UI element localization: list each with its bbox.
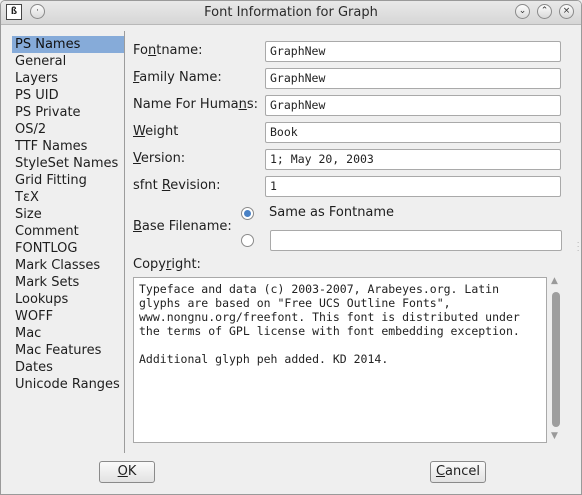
divider	[124, 31, 125, 453]
copyright-line	[139, 338, 541, 352]
copyright-line: www.nongnu.org/freefont. This font is di…	[139, 310, 520, 324]
resize-grip: · · ·	[577, 239, 580, 255]
title-bar: ß · Font Information for Graph ⌄ ⌃ ×	[1, 1, 581, 25]
sidebar-item[interactable]: Layers	[12, 70, 124, 87]
weight-field[interactable]: Book	[265, 122, 561, 143]
scrollbar-thumb[interactable]	[552, 292, 560, 427]
version-field[interactable]: 1; May 20, 2003	[265, 149, 561, 170]
copyright-line: glyphs are based on "Free UCS Outline Fo…	[139, 296, 451, 310]
sidebar-item[interactable]: Mark Classes	[12, 257, 124, 274]
copyright-label: Copyright:	[133, 257, 201, 272]
close-button[interactable]: ×	[559, 4, 574, 19]
name-for-humans-label: Name For Humans:	[133, 97, 258, 112]
sidebar-item[interactable]: Size	[12, 206, 124, 223]
sidebar-item[interactable]: Mac Features	[12, 342, 124, 359]
cancel-button[interactable]: Cancel	[430, 461, 486, 483]
sfnt-revision-field[interactable]: 1	[265, 176, 561, 197]
custom-filename-field[interactable]	[270, 230, 562, 251]
copyright-line: Additional glyph peh added. KD 2014.	[139, 352, 389, 366]
sidebar-item[interactable]: WOFF	[12, 308, 124, 325]
sidebar-item[interactable]: Unicode Ranges	[12, 376, 124, 393]
sidebar-item[interactable]: General	[12, 53, 124, 70]
sidebar-item[interactable]: TTF Names	[12, 138, 124, 155]
fontname-field[interactable]: GraphNew	[265, 41, 561, 62]
category-list: PS Names General Layers PS UID PS Private OS/…	[12, 36, 124, 393]
copyright-line: Typeface and data (c) 2003-2007, Arabeye…	[139, 282, 500, 296]
sidebar-item[interactable]: Dates	[12, 359, 124, 376]
version-label: Version:	[133, 151, 186, 166]
sidebar-item[interactable]: FONTLOG	[12, 240, 124, 257]
weight-label: Weight	[133, 124, 179, 139]
copyright-textarea[interactable]: Typeface and data (c) 2003-2007, Arabeye…	[133, 277, 547, 443]
sidebar-item[interactable]: PS Private	[12, 104, 124, 121]
copyright-scrollbar[interactable]: ▲ ▼	[550, 276, 562, 443]
sidebar-item[interactable]: PS Names	[12, 36, 124, 53]
window-title: Font Information for Graph	[204, 5, 378, 20]
same-as-fontname-label: Same as Fontname	[269, 205, 395, 220]
sidebar-item[interactable]: Mark Sets	[12, 274, 124, 291]
sidebar-item[interactable]: Comment	[12, 223, 124, 240]
font-info-dialog: ß · Font Information for Graph ⌄ ⌃ × PS …	[0, 0, 582, 495]
sidebar-item[interactable]: OS/2	[12, 121, 124, 138]
family-name-label: Family Name:	[133, 70, 222, 85]
ok-button[interactable]: OK	[99, 461, 155, 483]
fontname-label: Fontname:	[133, 43, 203, 58]
sidebar-item[interactable]: TεX	[12, 189, 124, 206]
same-as-fontname-radio[interactable]	[241, 207, 254, 220]
custom-filename-radio[interactable]	[241, 234, 254, 247]
base-filename-label: Base Filename:	[133, 219, 232, 234]
sidebar-item[interactable]: Lookups	[12, 291, 124, 308]
family-name-field[interactable]: GraphNew	[265, 68, 561, 89]
sidebar-item[interactable]: StyleSet Names	[12, 155, 124, 172]
name-for-humans-field[interactable]: GraphNew	[265, 95, 561, 116]
scroll-down-icon[interactable]: ▼	[551, 431, 558, 441]
sidebar-item[interactable]: Grid Fitting	[12, 172, 124, 189]
minimize-button[interactable]: ⌄	[515, 4, 530, 19]
scroll-up-icon[interactable]: ▲	[551, 276, 558, 286]
sidebar-item[interactable]: PS UID	[12, 87, 124, 104]
sidebar-item[interactable]: Mac	[12, 325, 124, 342]
maximize-button[interactable]: ⌃	[537, 4, 552, 19]
sfnt-revision-label: sfnt Revision:	[133, 178, 221, 193]
copyright-line: the terms of GPL license with font embed…	[139, 324, 520, 338]
